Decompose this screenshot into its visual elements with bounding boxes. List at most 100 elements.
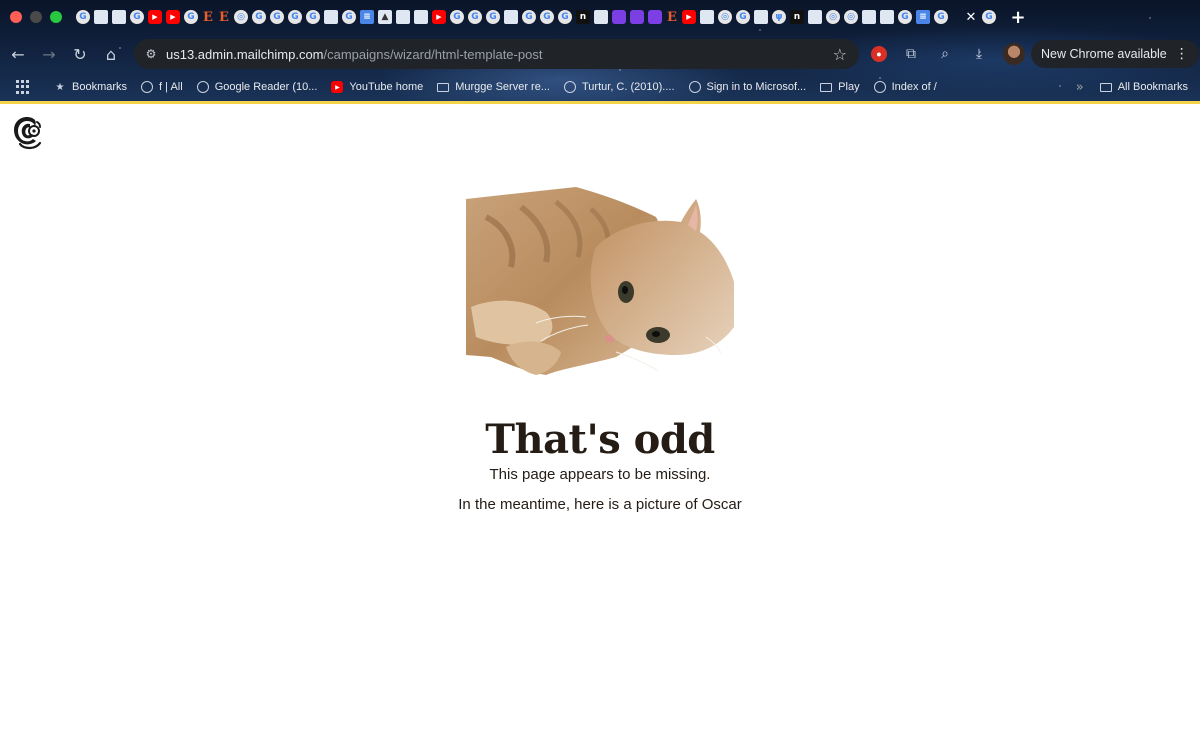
tab-google-icon[interactable]: G bbox=[184, 10, 198, 24]
bookmark-item[interactable]: Sign in to Microsof... bbox=[688, 81, 807, 93]
bookmark-star-icon[interactable]: ☆ bbox=[833, 45, 847, 64]
tab-notion-icon[interactable]: n bbox=[576, 10, 590, 24]
browser-chrome: G G ▶ ▶ G E E ◎ G G G G G ≡ ▲ ▶ G G G G bbox=[0, 0, 1200, 102]
folder-icon bbox=[1099, 82, 1112, 92]
forward-button[interactable]: → bbox=[36, 41, 62, 67]
home-button[interactable]: ⌂ bbox=[98, 41, 124, 67]
tab-google-icon[interactable]: G bbox=[934, 10, 948, 24]
tab-e-icon[interactable]: E bbox=[666, 10, 678, 25]
tab-notion-icon[interactable]: n bbox=[790, 10, 804, 24]
tab-icon[interactable] bbox=[612, 10, 626, 24]
oscar-cat-image bbox=[466, 187, 734, 375]
tab-icon[interactable] bbox=[754, 10, 768, 24]
tab-youtube-icon[interactable]: ▶ bbox=[166, 10, 180, 24]
tab-globe-icon[interactable]: ◎ bbox=[826, 10, 840, 24]
tab-google-icon[interactable]: G bbox=[306, 10, 320, 24]
tab-e-icon[interactable]: E bbox=[202, 10, 214, 25]
tab-icon[interactable] bbox=[594, 10, 608, 24]
tab-globe-icon[interactable]: ◎ bbox=[718, 10, 732, 24]
tab-icon[interactable] bbox=[862, 10, 876, 24]
active-tab-google-icon[interactable]: G bbox=[982, 10, 996, 24]
profile-avatar[interactable] bbox=[1003, 43, 1025, 65]
star-icon: ★ bbox=[55, 81, 65, 93]
tab-icon[interactable] bbox=[112, 10, 126, 24]
bookmark-label: Sign in to Microsof... bbox=[706, 81, 807, 93]
url-text[interactable]: us13.admin.mailchimp.com/campaigns/wizar… bbox=[166, 47, 542, 62]
maximize-window-button[interactable] bbox=[50, 11, 62, 23]
tab-google-icon[interactable]: G bbox=[270, 10, 284, 24]
close-window-button[interactable] bbox=[10, 11, 22, 23]
tab-google-icon[interactable]: G bbox=[450, 10, 464, 24]
tab-google-icon[interactable]: G bbox=[342, 10, 356, 24]
close-tab-icon[interactable]: ✕ bbox=[964, 10, 978, 25]
bookmark-item[interactable]: Play bbox=[820, 81, 860, 93]
tab-icon[interactable] bbox=[630, 10, 644, 24]
bookmark-item[interactable]: Index of / bbox=[873, 81, 937, 93]
page-subtitle: This page appears to be missing. bbox=[489, 466, 711, 483]
tab-google-icon[interactable]: G bbox=[130, 10, 144, 24]
tab-google-icon[interactable]: G bbox=[558, 10, 572, 24]
bookmark-item[interactable]: ▶ YouTube home bbox=[331, 81, 423, 93]
site-info-icon[interactable]: ⚙ bbox=[142, 45, 160, 63]
tab-google-icon[interactable]: G bbox=[288, 10, 302, 24]
download-icon[interactable]: ⤓ bbox=[969, 44, 989, 64]
new-tab-icon[interactable]: + bbox=[1010, 7, 1026, 28]
apps-grid-icon[interactable] bbox=[16, 80, 30, 94]
tab-google-icon[interactable]: G bbox=[898, 10, 912, 24]
tab-wifi-icon[interactable]: ψ bbox=[772, 10, 786, 24]
tab-icon[interactable] bbox=[648, 10, 662, 24]
tab-youtube-icon[interactable]: ▶ bbox=[432, 10, 446, 24]
mailchimp-logo[interactable] bbox=[10, 114, 44, 150]
tab-google-icon[interactable]: G bbox=[468, 10, 482, 24]
tab-youtube-icon[interactable]: ▶ bbox=[148, 10, 162, 24]
bookmark-item[interactable]: ★ Bookmarks bbox=[54, 81, 128, 93]
url-host: us13.admin.mailchimp.com bbox=[166, 46, 324, 62]
tab-docs-icon[interactable]: ≡ bbox=[360, 10, 374, 24]
tab-icon[interactable] bbox=[94, 10, 108, 24]
all-bookmarks-button[interactable]: All Bookmarks bbox=[1099, 81, 1188, 93]
bookmark-label: Google Reader (10... bbox=[214, 81, 318, 93]
all-bookmarks-label: All Bookmarks bbox=[1117, 81, 1188, 93]
bookmark-item[interactable]: Google Reader (10... bbox=[196, 81, 318, 93]
bookmark-item[interactable]: Turtur, C. (2010).... bbox=[564, 81, 675, 93]
minimize-window-button[interactable] bbox=[30, 11, 42, 23]
reload-button[interactable]: ↻ bbox=[67, 41, 93, 67]
globe-icon bbox=[873, 81, 886, 93]
bookmark-item[interactable]: f | All bbox=[141, 81, 183, 93]
tab-google-icon[interactable]: G bbox=[522, 10, 536, 24]
tab-drive-icon[interactable]: ▲ bbox=[378, 10, 392, 24]
folder-icon bbox=[437, 82, 450, 92]
tab-google-icon[interactable]: G bbox=[76, 10, 90, 24]
globe-icon bbox=[196, 81, 209, 93]
back-button[interactable]: ← bbox=[5, 41, 31, 67]
address-bar[interactable]: ⚙ us13.admin.mailchimp.com/campaigns/wiz… bbox=[134, 39, 859, 69]
tab-search-icon[interactable]: ⌕ bbox=[935, 44, 955, 64]
bookmark-label: Bookmarks bbox=[72, 81, 128, 93]
menu-kebab-icon[interactable]: ⋮ bbox=[1175, 46, 1189, 62]
tab-icon[interactable] bbox=[414, 10, 428, 24]
tab-icon[interactable] bbox=[880, 10, 894, 24]
extensions-puzzle-icon[interactable]: ⧉ bbox=[901, 44, 921, 64]
tab-youtube-icon[interactable]: ▶ bbox=[682, 10, 696, 24]
tab-icon[interactable] bbox=[504, 10, 518, 24]
tab-google-icon[interactable]: G bbox=[540, 10, 554, 24]
bookmark-item[interactable]: Murgge Server re... bbox=[437, 81, 550, 93]
update-chrome-button[interactable]: New Chrome available ⋮ bbox=[1031, 40, 1199, 68]
extension-red-icon[interactable]: ● bbox=[871, 46, 887, 62]
tab-google-icon[interactable]: G bbox=[486, 10, 500, 24]
tab-e-icon[interactable]: E bbox=[218, 10, 230, 25]
bookmark-label: YouTube home bbox=[349, 81, 424, 93]
tab-docs-icon[interactable]: ≡ bbox=[916, 10, 930, 24]
tab-google-icon[interactable]: G bbox=[736, 10, 750, 24]
tab-icon[interactable] bbox=[700, 10, 714, 24]
tab-globe-icon[interactable]: ◎ bbox=[844, 10, 858, 24]
browser-toolbar: ← → ↻ ⌂ ⚙ us13.admin.mailchimp.com/campa… bbox=[0, 38, 1200, 70]
tab-icon[interactable] bbox=[396, 10, 410, 24]
tab-google-icon[interactable]: G bbox=[252, 10, 266, 24]
update-chrome-label: New Chrome available bbox=[1041, 47, 1167, 61]
tab-globe-icon[interactable]: ◎ bbox=[234, 10, 248, 24]
tab-icon[interactable] bbox=[324, 10, 338, 24]
tab-icon[interactable] bbox=[808, 10, 822, 24]
bookmark-label: Turtur, C. (2010).... bbox=[582, 81, 675, 93]
bookmarks-overflow-icon[interactable]: » bbox=[1076, 80, 1084, 95]
